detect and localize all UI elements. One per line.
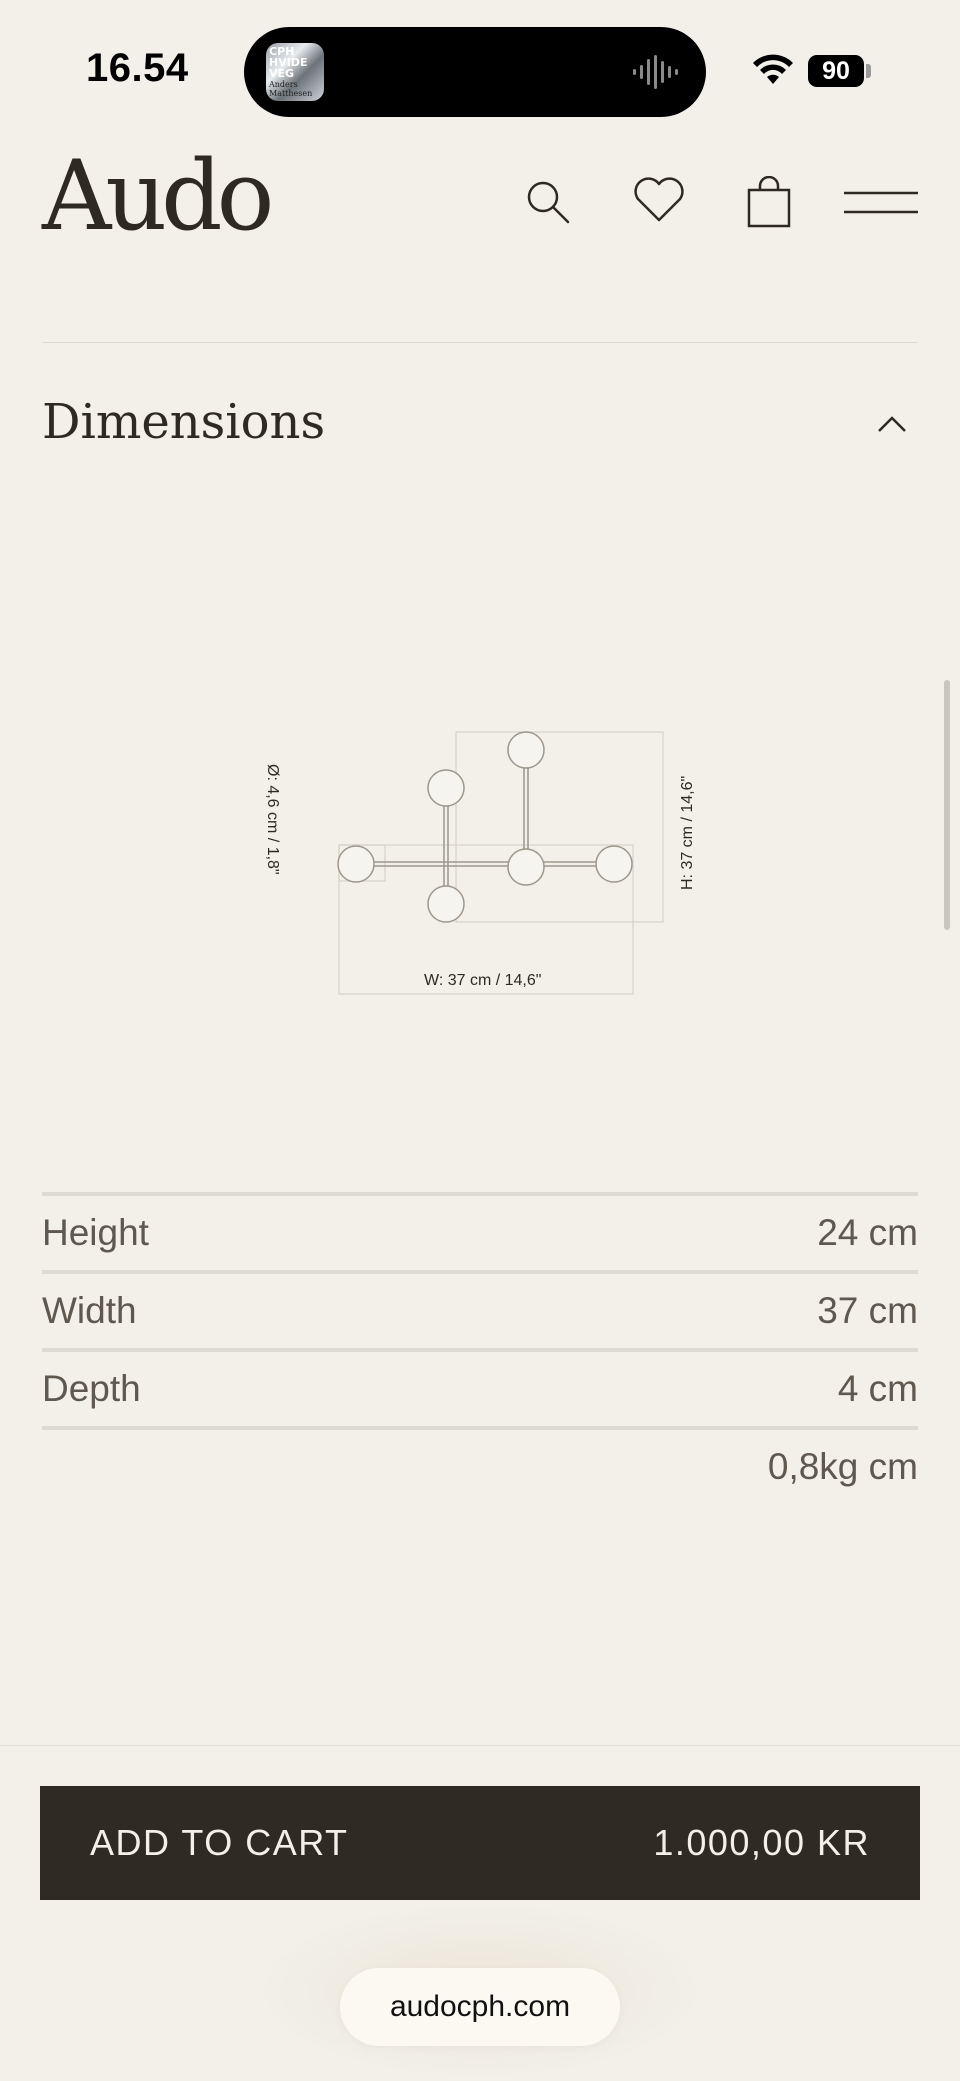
- search-icon[interactable]: [524, 178, 572, 226]
- spec-row-width: Width 37 cm: [42, 1270, 918, 1348]
- spec-label: Width: [42, 1290, 137, 1331]
- heart-icon[interactable]: [632, 176, 686, 224]
- spec-row-weight: 0,8kg cm: [42, 1426, 918, 1504]
- spec-value: 4 cm: [837, 1368, 918, 1409]
- chevron-up-icon[interactable]: [876, 414, 908, 434]
- spec-value: 0,8kg cm: [767, 1446, 918, 1487]
- spec-value: 37 cm: [817, 1290, 918, 1331]
- add-to-cart-label: ADD TO CART: [90, 1822, 349, 1863]
- wifi-icon: [753, 54, 793, 84]
- audio-waveform-icon: [633, 55, 678, 89]
- spec-value: 24 cm: [817, 1212, 918, 1253]
- width-label: W: 37 cm / 14,6": [424, 972, 541, 989]
- dimension-drawing: Ø: 4,6 cm / 1,8" H: 37 cm / 14,6" W: 37 …: [264, 731, 696, 995]
- artwork-artist-line: Matthesen: [269, 89, 313, 98]
- spec-table: Height 24 cm Width 37 cm Depth 4 cm 0,8k…: [42, 1192, 918, 1504]
- spec-label: Depth: [42, 1368, 141, 1409]
- brand-logo[interactable]: Audo: [42, 148, 274, 244]
- bottom-divider: [0, 1745, 960, 1746]
- battery-indicator: 90: [808, 55, 864, 87]
- diameter-label: Ø: 4,6 cm / 1,8": [264, 764, 281, 875]
- status-bar: 16.54 CPH HVIDE VEG Anders Matthesen 90: [0, 0, 960, 140]
- add-to-cart-button[interactable]: ADD TO CART 1.000,00 KR: [40, 1786, 920, 1900]
- menu-icon[interactable]: [844, 190, 918, 216]
- spec-row-depth: Depth 4 cm: [42, 1348, 918, 1426]
- height-box: [455, 731, 664, 923]
- battery-nub: [866, 64, 871, 78]
- artwork-artist-line: Anders: [269, 80, 298, 89]
- spec-label: Height: [42, 1212, 149, 1253]
- scrollbar[interactable]: [944, 680, 950, 930]
- price-label: 1.000,00 KR: [653, 1822, 870, 1863]
- browser-url-bar[interactable]: audocph.com: [340, 1968, 620, 2046]
- dimensions-heading[interactable]: Dimensions: [42, 394, 325, 450]
- section-divider: [42, 342, 918, 343]
- height-label: H: 37 cm / 14,6": [679, 776, 696, 890]
- spec-row-height: Height 24 cm: [42, 1192, 918, 1270]
- status-time: 16.54: [86, 46, 189, 90]
- bag-icon[interactable]: [746, 176, 792, 228]
- artwork-text-line: VEG: [269, 67, 295, 80]
- now-playing-artwork: CPH HVIDE VEG Anders Matthesen: [266, 43, 324, 101]
- dynamic-island[interactable]: CPH HVIDE VEG Anders Matthesen: [244, 27, 706, 117]
